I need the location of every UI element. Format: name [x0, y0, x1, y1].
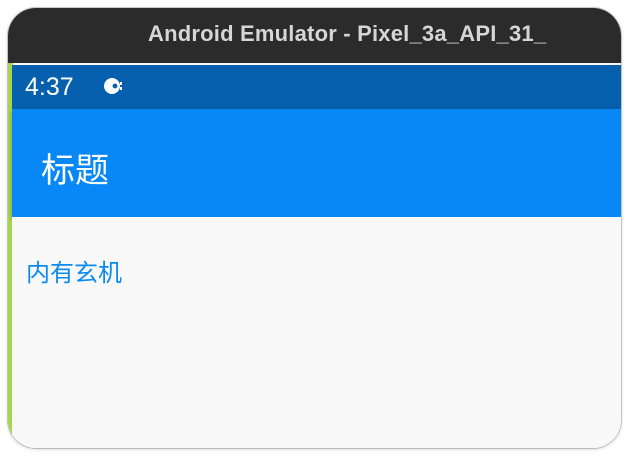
window-title: Android Emulator - Pixel_3a_API_31_ [148, 21, 547, 46]
device-screen[interactable]: 4:37 标题 内有玄机 [12, 65, 621, 448]
app-bar: 标题 [12, 109, 621, 217]
content-area: 内有玄机 [12, 217, 621, 448]
window-title-bar[interactable]: Android Emulator - Pixel_3a_API_31_ [8, 8, 621, 63]
content-link[interactable]: 内有玄机 [26, 253, 122, 288]
status-bar: 4:37 [12, 65, 621, 109]
page-title: 标题 [41, 151, 109, 191]
emulator-window: Android Emulator - Pixel_3a_API_31_ 4:37… [8, 8, 621, 448]
tweak-icon [103, 77, 125, 95]
status-time: 4:37 [25, 73, 74, 101]
